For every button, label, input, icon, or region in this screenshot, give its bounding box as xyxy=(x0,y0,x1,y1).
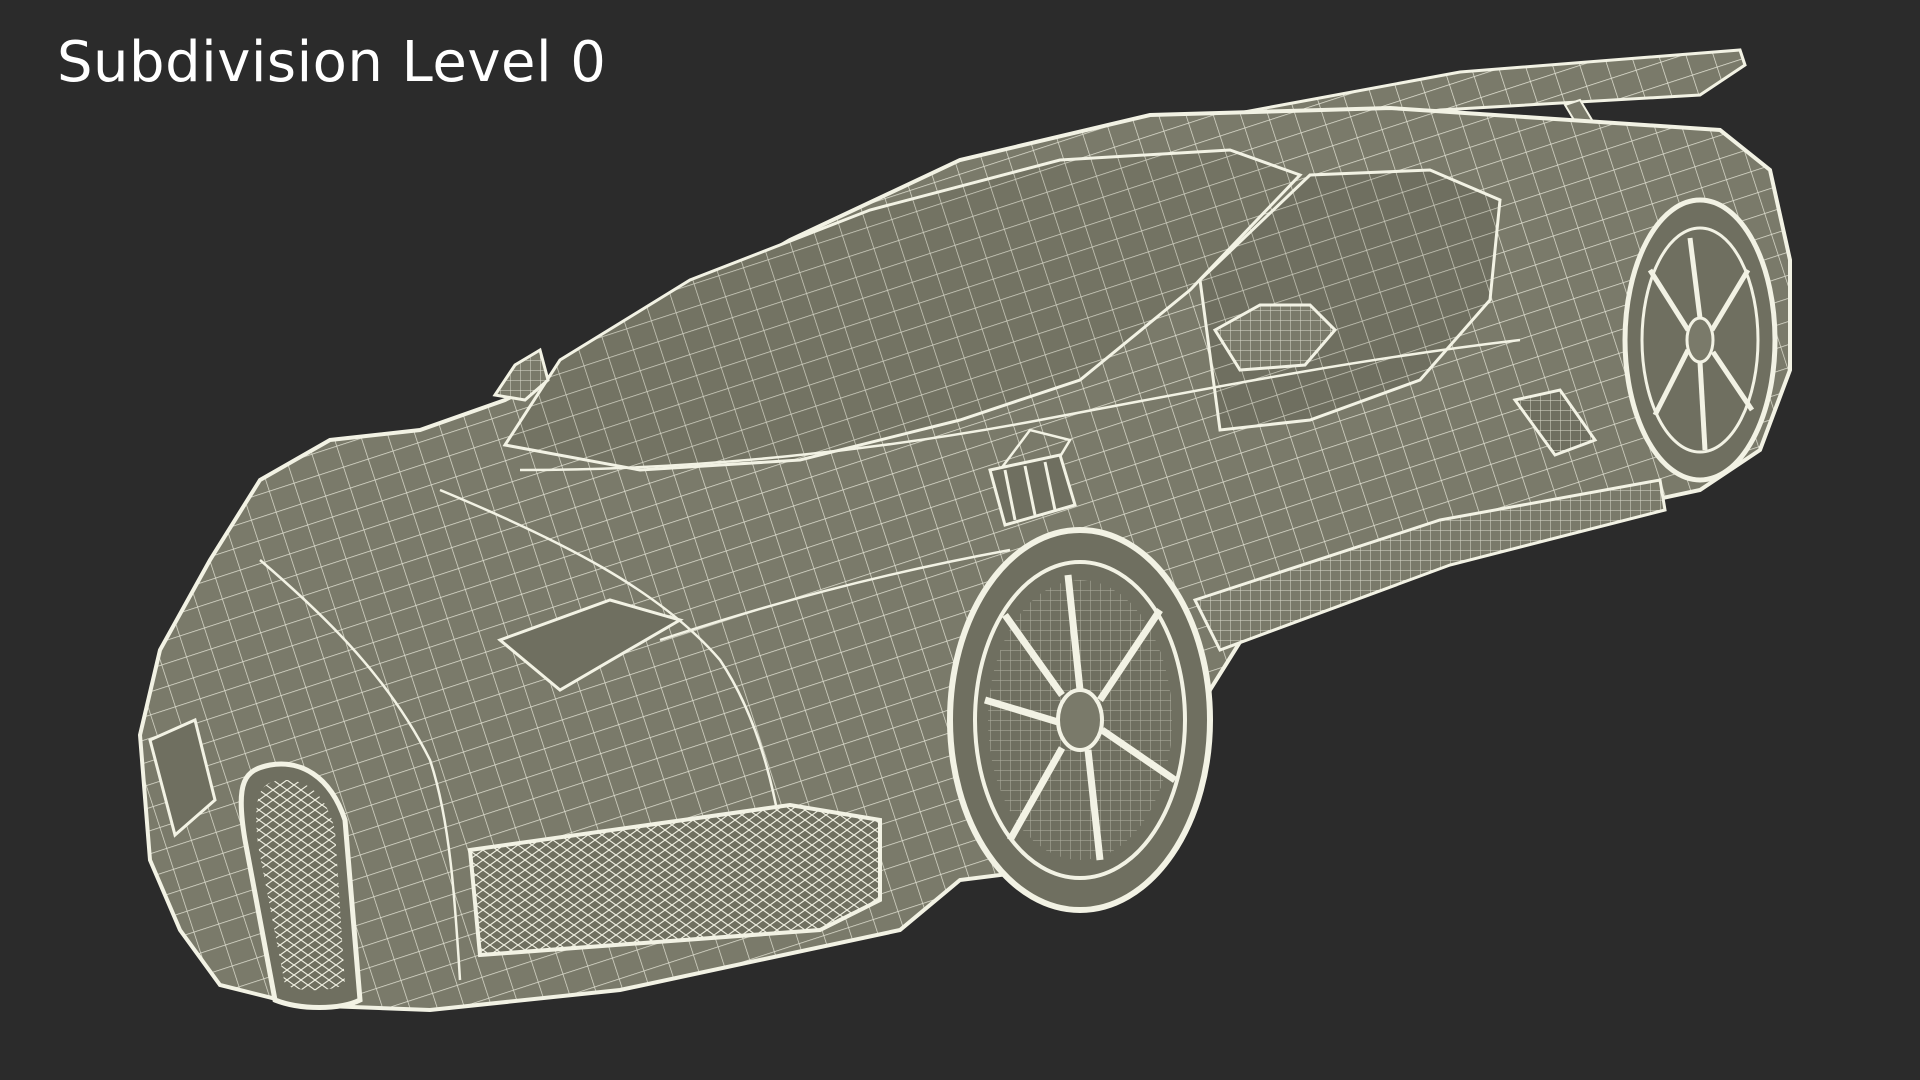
car-wireframe-render xyxy=(137,48,1792,1013)
front-wheel xyxy=(947,527,1213,913)
render-viewport: Subdivision Level 0 xyxy=(0,0,1920,1080)
rear-wheel xyxy=(1622,197,1778,483)
